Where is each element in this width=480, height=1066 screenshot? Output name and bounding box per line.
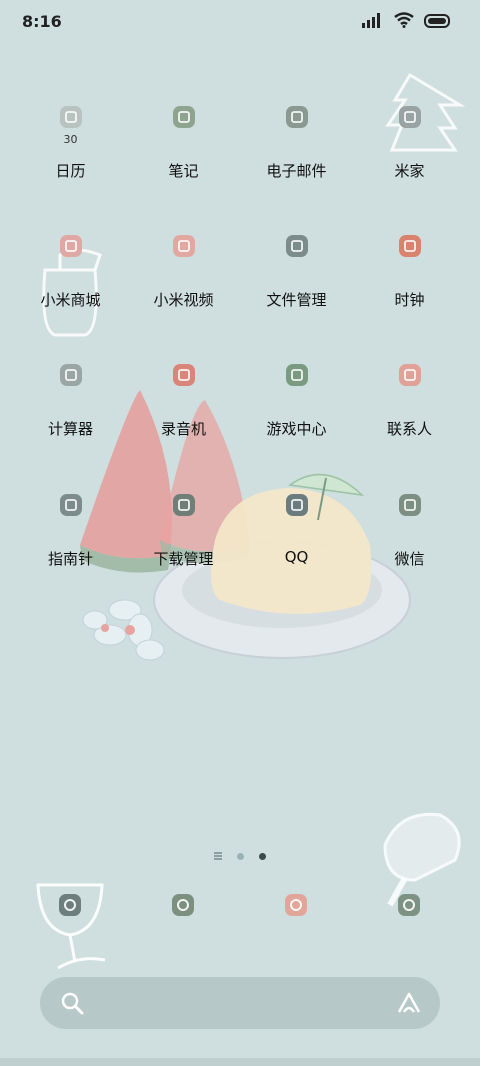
mi-store-icon bbox=[51, 226, 91, 266]
battery-icon bbox=[424, 13, 452, 32]
recorder-icon bbox=[164, 355, 204, 395]
app-video[interactable]: 小米视频 bbox=[127, 224, 240, 344]
calendar-date-label: 30 bbox=[63, 133, 78, 146]
wechat-icon bbox=[390, 485, 430, 525]
app-label: 日历 bbox=[55, 162, 86, 180]
app-label: 游戏中心 bbox=[266, 420, 327, 438]
page-indicator-list bbox=[214, 852, 222, 860]
app-game-center[interactable]: 游戏中心 bbox=[240, 353, 353, 473]
wifi-icon bbox=[394, 12, 414, 32]
status-bar: 8:16 bbox=[0, 0, 480, 44]
app-qq[interactable]: QQ bbox=[240, 483, 353, 603]
app-label: 指南针 bbox=[47, 550, 93, 568]
calendar-icon bbox=[51, 97, 91, 137]
app-mi-store[interactable]: 小米商城 bbox=[14, 224, 127, 344]
app-label: 小米视频 bbox=[153, 291, 214, 309]
assistant-icon[interactable] bbox=[396, 991, 422, 1019]
app-label: 微信 bbox=[394, 550, 425, 568]
contacts-icon bbox=[390, 355, 430, 395]
page-dot bbox=[237, 852, 244, 860]
app-label: 笔记 bbox=[168, 162, 199, 180]
app-label: 时钟 bbox=[394, 291, 425, 309]
file-manager-icon bbox=[277, 226, 317, 266]
app-compass[interactable]: 指南针 bbox=[14, 483, 127, 603]
app-download[interactable]: 下载管理 bbox=[127, 483, 240, 603]
app-calculator[interactable]: 计算器 bbox=[14, 353, 127, 473]
app-label: 电子邮件 bbox=[266, 162, 327, 180]
app-label: 录音机 bbox=[160, 420, 206, 438]
compass-icon bbox=[51, 485, 91, 525]
search-icon[interactable] bbox=[60, 991, 84, 1019]
app-calendar[interactable]: 30 日历 bbox=[14, 95, 127, 215]
app-label: 小米商城 bbox=[40, 291, 101, 309]
search-bar[interactable] bbox=[40, 977, 440, 1029]
gesture-bar-area bbox=[0, 1058, 480, 1066]
app-label: 米家 bbox=[394, 162, 425, 180]
signal-icon bbox=[362, 12, 384, 32]
messages-icon[interactable] bbox=[276, 885, 316, 925]
page-indicator[interactable] bbox=[214, 850, 266, 862]
calculator-icon bbox=[51, 355, 91, 395]
camera-icon[interactable] bbox=[389, 885, 429, 925]
app-label: 计算器 bbox=[47, 420, 93, 438]
app-notes[interactable]: 笔记 bbox=[127, 95, 240, 215]
app-label: QQ bbox=[284, 548, 309, 566]
app-contacts[interactable]: 联系人 bbox=[353, 353, 466, 473]
notes-icon bbox=[164, 97, 204, 137]
app-email[interactable]: 电子邮件 bbox=[240, 95, 353, 215]
app-file-manager[interactable]: 文件管理 bbox=[240, 224, 353, 344]
status-time: 8:16 bbox=[22, 12, 62, 31]
download-icon bbox=[164, 485, 204, 525]
phone-icon[interactable] bbox=[50, 885, 90, 925]
app-wechat[interactable]: 微信 bbox=[353, 483, 466, 603]
page-dot-active bbox=[259, 852, 266, 860]
app-mi-home[interactable]: 米家 bbox=[353, 95, 466, 215]
app-label: 文件管理 bbox=[266, 291, 327, 309]
clock-icon bbox=[390, 226, 430, 266]
email-icon bbox=[277, 97, 317, 137]
mi-home-icon bbox=[390, 97, 430, 137]
app-recorder[interactable]: 录音机 bbox=[127, 353, 240, 473]
app-clock[interactable]: 时钟 bbox=[353, 224, 466, 344]
dock bbox=[0, 885, 480, 945]
browser-icon[interactable] bbox=[163, 885, 203, 925]
game-center-icon bbox=[277, 355, 317, 395]
qq-icon bbox=[277, 485, 317, 525]
app-label: 下载管理 bbox=[153, 550, 214, 568]
app-label: 联系人 bbox=[386, 420, 432, 438]
video-icon bbox=[164, 226, 204, 266]
